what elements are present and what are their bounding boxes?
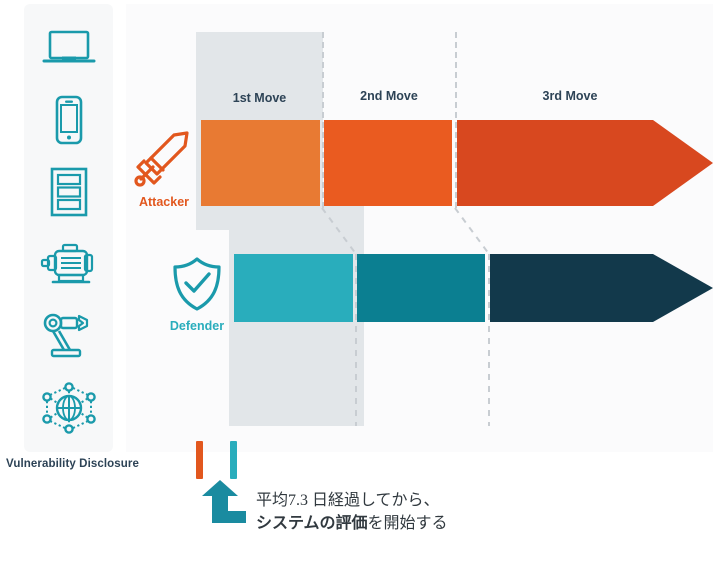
callout-line-2-rest: を開始する — [367, 515, 448, 533]
defender-bar-move1[interactable] — [234, 254, 353, 322]
iot-network-icon — [39, 379, 99, 437]
server-rack-icon — [39, 163, 99, 221]
attacker-bar-move3[interactable] — [457, 120, 653, 206]
attacker-role: Attacker — [128, 126, 200, 209]
laptop-icon — [39, 19, 99, 77]
tick-defender-start — [230, 441, 237, 479]
defender-role: Defender — [158, 256, 236, 333]
asset-rail-caption: Vulnerability Disclosure — [6, 458, 139, 470]
attacker-bar-move1[interactable] — [201, 120, 320, 206]
move-header-1: 1st Move — [232, 91, 287, 105]
defender-bar-move2[interactable] — [357, 254, 485, 322]
industrial-motor-icon — [39, 235, 99, 293]
defender-label: Defender — [169, 319, 225, 333]
callout-text: 平均7.3 日経過してから、 システムの評価を開始する — [256, 489, 696, 535]
attacker-label: Attacker — [138, 195, 190, 209]
move-header-2: 2nd Move — [360, 89, 418, 103]
tick-attacker-start — [196, 441, 203, 479]
attacker-bar-move2[interactable] — [324, 120, 452, 206]
robot-arm-icon — [39, 307, 99, 365]
smartphone-icon — [39, 91, 99, 149]
asset-rail — [24, 4, 113, 452]
callout-line-2: システムの評価を開始する — [256, 512, 696, 535]
move-header-3: 3rd Move — [542, 89, 598, 103]
shield-check-icon — [173, 257, 221, 311]
sword-icon — [134, 131, 189, 187]
callout-line-2-bold: システムの評価 — [256, 515, 368, 533]
diagram-root: Vulnerability Disclosure 1st Move 2nd Mo… — [0, 0, 713, 567]
defender-bar-move3[interactable] — [490, 254, 653, 322]
callout-line-1: 平均7.3 日経過してから、 — [256, 492, 440, 509]
